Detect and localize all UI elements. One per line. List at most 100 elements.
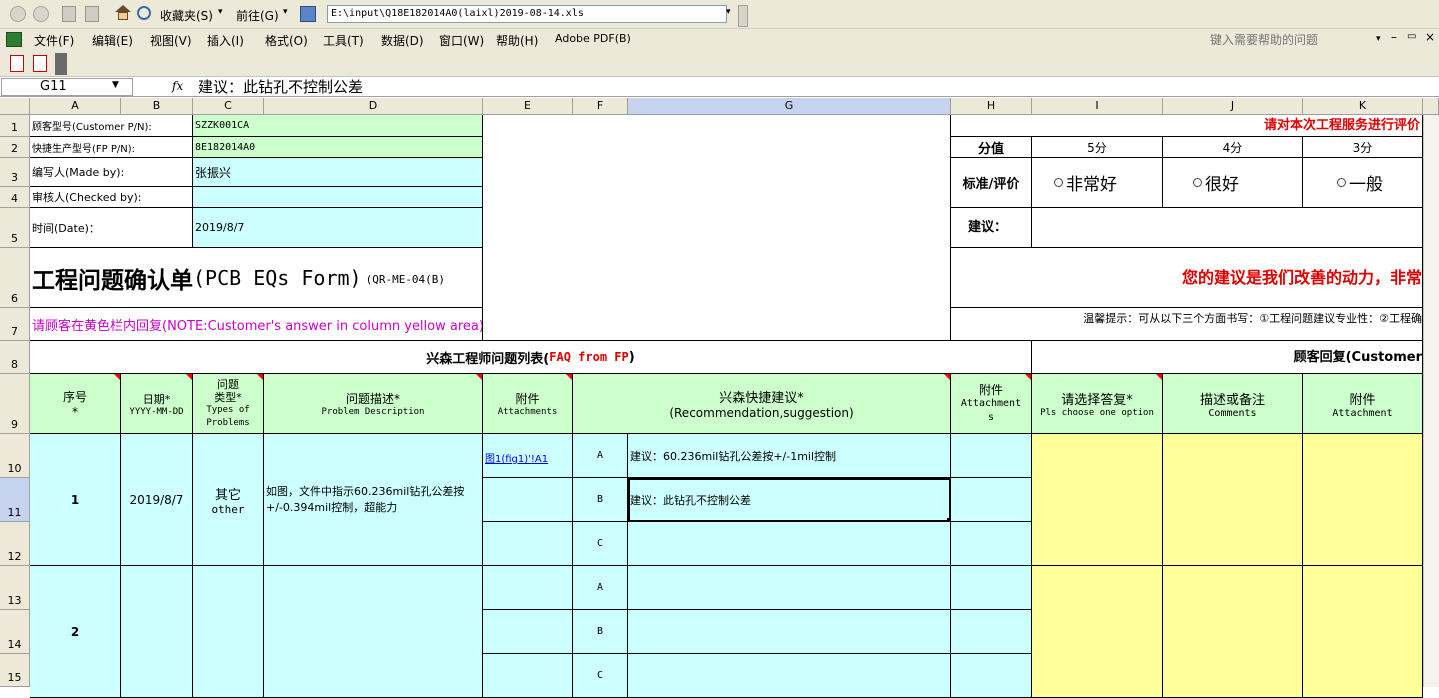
row-header-8[interactable]: 8 [0,341,30,374]
menu-format[interactable]: 格式(O) [265,32,308,49]
problem-2-attach2-a[interactable] [951,566,1032,610]
checked-by-value[interactable] [193,187,483,208]
toolbar-options-icon[interactable] [55,53,67,75]
rating-option-excellent[interactable]: 非常好 [1032,158,1163,208]
row-header-7[interactable]: 7 [0,308,30,341]
column-header-k[interactable]: K [1303,98,1423,115]
back-icon[interactable] [10,6,26,22]
problem-1-attachment-c[interactable] [483,522,573,566]
problem-2-option-b-text[interactable] [628,610,951,654]
menu-tools[interactable]: 工具(T) [323,32,364,49]
forward-icon[interactable] [33,6,49,22]
rating-option-fair[interactable]: 一般 [1303,158,1423,208]
made-by-value[interactable]: 张振兴 [193,158,483,187]
problem-2-customer-choice[interactable] [1032,566,1163,698]
fp-pn-value[interactable]: 8E182014A0 [193,137,483,158]
problem-2-customer-comments[interactable] [1163,566,1303,698]
date-value[interactable]: 2019/8/7 [193,208,483,248]
problem-1-description[interactable]: 如图，文件中指示60.236mil钻孔公差按+/-0.394mil控制，超能力 [264,434,483,566]
select-all-corner[interactable] [0,98,30,115]
problem-1-option-b-text-selected[interactable]: 建议：此钻孔不控制公差 [628,478,951,522]
pdf-email-icon[interactable] [33,55,47,72]
menu-file[interactable]: 文件(F) [34,32,74,49]
chevron-down-icon[interactable]: ▾ [283,7,288,17]
row-header-15[interactable]: 15 [0,654,30,687]
web-toolbar-icon[interactable] [300,6,316,22]
close-icon[interactable]: × [1425,30,1435,44]
problem-2-attachment-a[interactable] [483,566,573,610]
row-header-2[interactable]: 2 [0,137,30,158]
row-header-14[interactable]: 14 [0,610,30,654]
problem-1-attach2-a[interactable] [951,434,1032,478]
menu-adobe-pdf[interactable]: Adobe PDF(B) [555,32,631,45]
column-header-c[interactable]: C [193,98,264,115]
goto-menu[interactable]: 前往(G) [236,7,279,24]
address-dropdown-icon[interactable]: ▾ [726,7,731,17]
menu-insert[interactable]: 插入(I) [207,32,244,49]
problem-1-type[interactable]: 其它 other [193,434,264,566]
problem-2-type[interactable] [193,566,264,698]
row-header-5[interactable]: 5 [0,208,30,248]
column-header-a[interactable]: A [30,98,121,115]
row-header-6[interactable]: 6 [0,248,30,308]
menu-edit[interactable]: 编辑(E) [92,32,133,49]
problem-1-attach2-b[interactable] [951,478,1032,522]
problem-2-date[interactable] [121,566,193,698]
stop-icon[interactable] [62,6,76,22]
row-header-11[interactable]: 11 [0,478,30,522]
restore-icon[interactable]: ▭ [1407,31,1416,42]
rating-option-good[interactable]: 很好 [1163,158,1303,208]
problem-2-attach2-c[interactable] [951,654,1032,698]
problem-1-attach2-c[interactable] [951,522,1032,566]
column-header-f[interactable]: F [573,98,628,115]
problem-2-customer-attachment[interactable] [1303,566,1423,698]
column-header-j[interactable]: J [1163,98,1303,115]
menu-help[interactable]: 帮助(H) [496,32,538,49]
toolbar-options-icon[interactable] [738,5,748,27]
problem-1-option-a-text[interactable]: 建议：60.236mil钻孔公差按+/-1mil控制 [628,434,951,478]
column-header-e[interactable]: E [483,98,573,115]
function-icon[interactable]: fx [172,79,183,93]
row-header-1[interactable]: 1 [0,115,30,137]
menu-window[interactable]: 窗口(W) [439,32,484,49]
minimize-icon[interactable]: – [1391,30,1397,44]
chevron-down-icon[interactable]: ▾ [1376,34,1381,44]
address-field[interactable]: E:\input\Q18E182014A0(laixl)2019-08-14.x… [327,5,727,23]
radio-icon[interactable] [1337,178,1346,187]
radio-icon[interactable] [1054,178,1063,187]
problem-1-customer-comments[interactable] [1163,434,1303,566]
problem-1-customer-choice[interactable] [1032,434,1163,566]
column-header-d[interactable]: D [264,98,483,115]
problem-2-attachment-b[interactable] [483,610,573,654]
problem-1-seq[interactable]: 1 [30,434,121,566]
problem-1-option-c-text[interactable] [628,522,951,566]
column-header-g[interactable]: G [628,98,951,115]
home-icon[interactable] [115,5,131,22]
problem-2-description[interactable] [264,566,483,698]
problem-2-attach2-b[interactable] [951,610,1032,654]
problem-1-customer-attachment[interactable] [1303,434,1423,566]
row-header-12[interactable]: 12 [0,522,30,566]
row-header-3[interactable]: 3 [0,158,30,187]
refresh-icon[interactable] [85,6,99,22]
row-header-9[interactable]: 9 [0,374,30,434]
problem-1-attachment-link[interactable]: 图1(fig1)'!A1 [483,434,573,478]
radio-icon[interactable] [1193,178,1202,187]
favorites-menu[interactable]: 收藏夹(S) [160,7,213,24]
menu-view[interactable]: 视图(V) [150,32,192,49]
row-header-10[interactable]: 10 [0,434,30,478]
vertical-scrollbar[interactable] [1423,115,1439,687]
chevron-down-icon[interactable]: ▼ [112,80,119,90]
row-header-13[interactable]: 13 [0,566,30,610]
problem-1-attachment-b[interactable] [483,478,573,522]
problem-1-date[interactable]: 2019/8/7 [121,434,193,566]
column-header-b[interactable]: B [121,98,193,115]
help-search-input[interactable] [1208,31,1378,48]
formula-input[interactable]: 建议：此钻孔不控制公差 [198,78,1398,96]
pdf-icon[interactable] [10,55,24,72]
problem-2-attachment-c[interactable] [483,654,573,698]
search-icon[interactable] [137,6,151,20]
problem-2-seq[interactable]: 2 [30,566,121,698]
row-header-4[interactable]: 4 [0,187,30,208]
chevron-down-icon[interactable]: ▾ [218,7,223,17]
